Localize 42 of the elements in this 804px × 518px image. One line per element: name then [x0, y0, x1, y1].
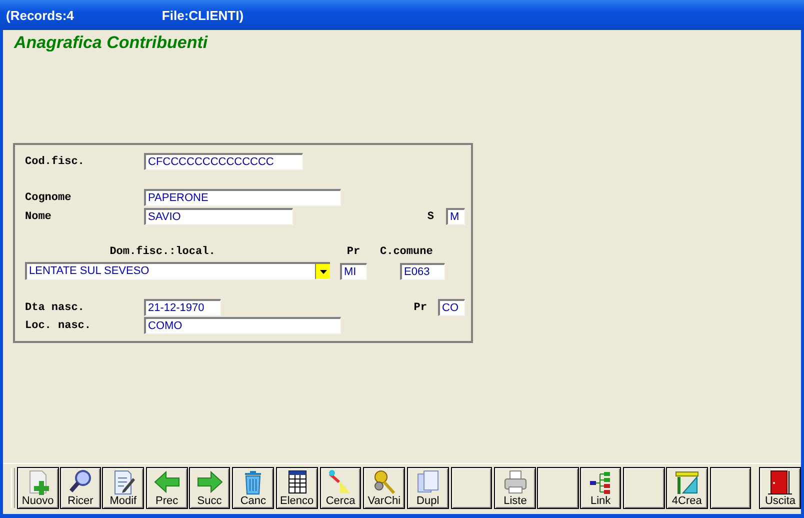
toolbar-button[interactable]: Uscita: [759, 467, 802, 509]
toolbar-button[interactable]: Elenco: [276, 467, 318, 509]
column-label: Dom.fisc.:local.: [108, 246, 216, 258]
toolbar-button[interactable]: Modif: [102, 467, 144, 509]
toolbar-button[interactable]: Succ: [188, 467, 230, 509]
column-label: C.comune: [380, 246, 433, 258]
left-arrow-icon: [152, 469, 181, 495]
input-field[interactable]: COMO: [144, 317, 341, 334]
ruler-triangle-icon: [672, 469, 701, 495]
field-label: Nome: [25, 210, 52, 222]
right-arrow-icon: [196, 469, 224, 495]
input-field[interactable]: CFCCCCCCCCCCCCCC: [144, 153, 303, 170]
input-field[interactable]: E063: [400, 262, 445, 280]
door-icon: [766, 469, 794, 495]
input-field[interactable]: 21-12-1970: [144, 299, 221, 316]
toolbar-button[interactable]: Link: [580, 467, 622, 509]
input-field[interactable]: CO: [438, 299, 465, 316]
toolbar-button[interactable]: Liste: [494, 467, 536, 509]
toolbar-button[interactable]: 4Crea: [666, 467, 708, 509]
toolbar-button[interactable]: Cerca: [320, 467, 362, 509]
dropdown-field[interactable]: LENTATE SUL SEVESO: [25, 262, 330, 280]
toolbar-button[interactable]: Ricer: [60, 467, 102, 509]
field-label: S: [427, 210, 434, 222]
file-name: File:CLIENTI): [162, 8, 244, 22]
column-label: Pr: [346, 246, 362, 258]
input-field[interactable]: MI: [340, 262, 367, 280]
toolbar-button[interactable]: Dupl: [407, 467, 449, 509]
input-field[interactable]: M: [446, 208, 465, 225]
form-heading: Anagrafica Contribuenti: [14, 33, 208, 53]
field-label: Cod.fisc.: [25, 156, 86, 168]
toolbar-button[interactable]: Nuovo: [16, 467, 59, 509]
toolbar-button[interactable]: VarChi: [363, 467, 406, 509]
field-label: Cognome: [25, 192, 72, 204]
caret-icon: [320, 270, 326, 274]
toolbar-button[interactable]: Prec: [146, 467, 188, 509]
input-field[interactable]: SAVIO: [144, 208, 293, 225]
records-count: (Records:4: [6, 8, 74, 22]
field-label: Pr: [414, 302, 427, 314]
field-label: Loc. nasc.: [25, 320, 92, 332]
toolbar-button[interactable]: Canc: [232, 467, 274, 509]
field-label: Dta nasc.: [25, 302, 86, 314]
input-field[interactable]: PAPERONE: [144, 189, 341, 206]
